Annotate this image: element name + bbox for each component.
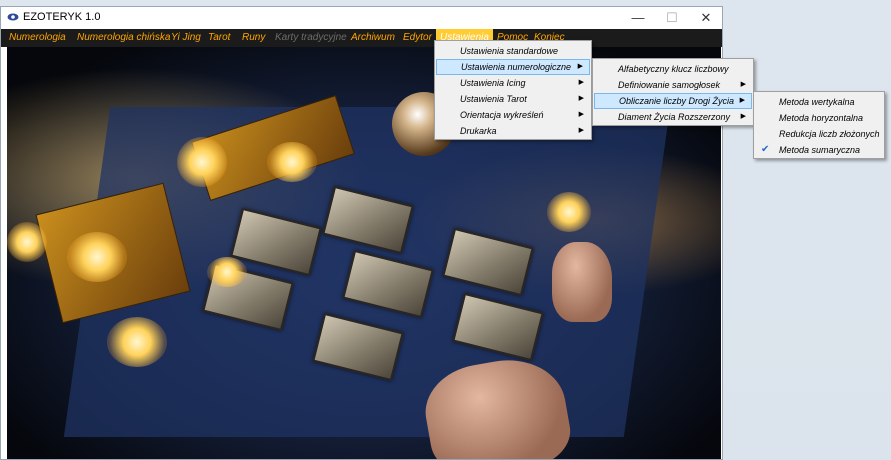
candle-light <box>107 317 167 367</box>
settings-dropdown: Ustawienia standardowe Ustawienia numero… <box>434 40 592 140</box>
menu-drukarka[interactable]: Drukarka ▶ <box>436 123 590 139</box>
item-label: Obliczanie liczby Drogi Życia <box>619 96 735 106</box>
menu-definiowanie-samoglosek[interactable]: Definiowanie samogłosek ▶ <box>594 77 752 93</box>
item-label: Drukarka <box>460 126 497 136</box>
submenu-arrow-icon: ▶ <box>578 79 584 86</box>
numerology-submenu: Alfabetyczny klucz liczbowy Definiowanie… <box>592 58 754 126</box>
menu-karty-tradycyjne: Karty tradycyjne <box>275 32 347 43</box>
life-path-submenu: Metoda wertykalna Metoda horyzontalna Re… <box>753 91 885 159</box>
maximize-button[interactable]: ☐ <box>655 7 689 29</box>
menu-tarot[interactable]: Tarot <box>208 29 230 47</box>
submenu-arrow-icon: ▶ <box>578 111 584 118</box>
eye-icon <box>7 13 19 21</box>
candle-light <box>7 222 47 262</box>
menu-numerologia[interactable]: Numerologia <box>9 29 66 47</box>
hand <box>552 242 612 322</box>
submenu-arrow-icon: ▶ <box>739 97 745 104</box>
menu-numerologia-chinska[interactable]: Numerologia chińska <box>77 29 170 47</box>
item-label: Definiowanie samogłosek <box>618 80 721 90</box>
menu-runy[interactable]: Runy <box>242 29 265 47</box>
item-label: Metoda sumaryczna <box>779 145 861 155</box>
candle-light <box>267 142 317 182</box>
submenu-arrow-icon: ▶ <box>740 81 746 88</box>
candle-light <box>67 232 127 282</box>
close-button[interactable]: ✕ <box>689 7 722 29</box>
menu-bar: Numerologia Numerologia chińska Yi Jing … <box>1 29 722 47</box>
menu-archiwum[interactable]: Archiwum <box>351 29 395 47</box>
window-title: EZOTERYK 1.0 <box>23 11 101 23</box>
menu-metoda-sumaryczna[interactable]: ✔ Metoda sumaryczna <box>755 142 883 158</box>
menu-orientacja-wykreslen[interactable]: Orientacja wykreśleń ▶ <box>436 107 590 123</box>
candle-light <box>177 137 227 187</box>
item-label: Ustawienia Tarot <box>460 94 527 104</box>
minimize-button[interactable]: — <box>621 7 655 29</box>
submenu-arrow-icon: ▶ <box>577 63 583 70</box>
menu-ustawienia-standardowe[interactable]: Ustawienia standardowe <box>436 43 590 59</box>
menu-ustawienia-tarot[interactable]: Ustawienia Tarot ▶ <box>436 91 590 107</box>
item-label: Metoda wertykalna <box>779 97 855 107</box>
item-label: Alfabetyczny klucz liczbowy <box>618 64 729 74</box>
submenu-arrow-icon: ▶ <box>578 95 584 102</box>
item-label: Orientacja wykreśleń <box>460 110 544 120</box>
submenu-arrow-icon: ▶ <box>578 127 584 134</box>
menu-alfabetyczny-klucz[interactable]: Alfabetyczny klucz liczbowy <box>594 61 752 77</box>
menu-edytor[interactable]: Edytor <box>403 29 432 47</box>
candle-light <box>547 192 591 232</box>
submenu-arrow-icon: ▶ <box>740 113 746 120</box>
check-icon: ✔ <box>761 144 770 155</box>
menu-metoda-wertykalna[interactable]: Metoda wertykalna <box>755 94 883 110</box>
menu-diament-zycia[interactable]: Diament Życia Rozszerzony ▶ <box>594 109 752 125</box>
item-label: Ustawienia standardowe <box>460 46 559 56</box>
candle-light <box>207 257 247 287</box>
menu-ustawienia-numerologiczne[interactable]: Ustawienia numerologiczne ▶ <box>436 59 590 75</box>
item-label: Redukcja liczb złożonych <box>779 129 880 139</box>
menu-metoda-horyzontalna[interactable]: Metoda horyzontalna <box>755 110 883 126</box>
item-label: Ustawienia Icing <box>460 78 526 88</box>
menu-yi-jing[interactable]: Yi Jing <box>171 29 201 47</box>
menu-redukcja-liczb[interactable]: Redukcja liczb złożonych <box>755 126 883 142</box>
item-label: Diament Życia Rozszerzony <box>618 112 731 122</box>
item-label: Metoda horyzontalna <box>779 113 864 123</box>
menu-obliczanie-drogi-zycia[interactable]: Obliczanie liczby Drogi Życia ▶ <box>594 93 752 109</box>
menu-ustawienia-icing[interactable]: Ustawienia Icing ▶ <box>436 75 590 91</box>
title-bar: EZOTERYK 1.0 — ☐ ✕ <box>1 7 722 29</box>
item-label: Ustawienia numerologiczne <box>461 62 572 72</box>
